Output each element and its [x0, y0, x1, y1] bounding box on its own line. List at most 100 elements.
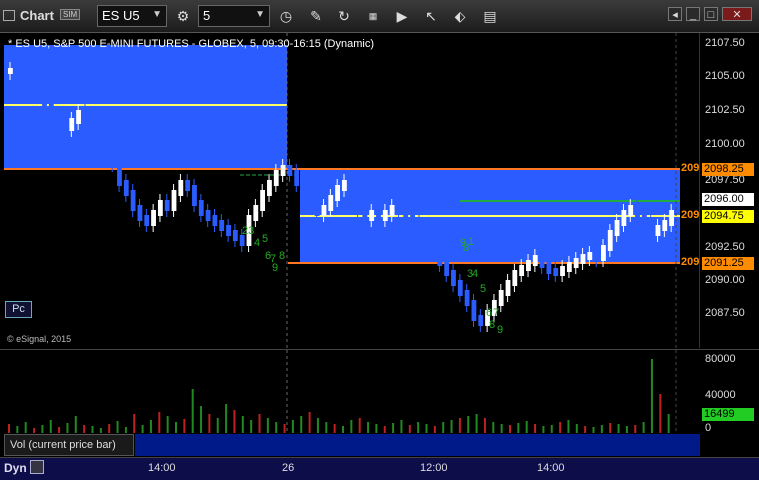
price-tick: 2092.50 [705, 241, 745, 253]
table-icon[interactable]: ▤ [479, 5, 501, 27]
candle-body [662, 220, 668, 231]
refresh-icon[interactable]: ↻ [333, 5, 355, 27]
volume-bar [333, 424, 336, 433]
candle-body [635, 205, 640, 218]
candle-body [301, 180, 306, 196]
volume-bar [275, 422, 278, 433]
volume-bar [233, 410, 236, 433]
cursor-icon[interactable]: ↖ [420, 5, 442, 27]
price-tick: 2100.00 [705, 138, 745, 150]
candle-body [614, 220, 620, 236]
candle-body [376, 210, 381, 221]
toolbar: Chart SIM ES U5 ▼ ⚙ 5 ▼ ◷ ✎ ↻ ▦ ▶ ↖ ⬖ ▤ … [0, 0, 759, 33]
price-axis[interactable]: 2107.50 2105.00 2102.50 2100.00 2097.50 … [700, 33, 759, 348]
maximize-icon[interactable]: □ [704, 7, 718, 21]
volume-bar [600, 425, 603, 433]
symbol-value: ES U5 [102, 8, 140, 23]
candle-body [280, 165, 286, 176]
minimize-icon[interactable]: _ [686, 7, 700, 21]
candle-body [594, 252, 600, 261]
candle-body [437, 245, 443, 266]
count-label: 8 [279, 250, 285, 262]
play-icon[interactable]: ▶ [391, 5, 413, 27]
price-tag-zone-bottom: 2091.25 [702, 257, 754, 270]
candle-body [607, 230, 613, 251]
candle-body [267, 180, 272, 196]
volume-bar [467, 416, 470, 433]
candle-body [580, 254, 586, 264]
link-icon[interactable]: ⬖ [449, 5, 471, 27]
dynamic-mode-label[interactable]: Dyn [4, 461, 27, 475]
interval-input[interactable]: 5 ▼ [198, 5, 270, 27]
price-chart-canvas[interactable]: 234 567 8983456 78 99 1 [0, 33, 700, 348]
volume-pane[interactable] [0, 349, 700, 433]
volume-bar [149, 420, 152, 433]
volume-bar [534, 424, 537, 433]
volume-bar [575, 424, 578, 433]
volume-bar [41, 425, 44, 433]
volume-tick: 40000 [705, 389, 736, 401]
volume-bar [458, 418, 461, 433]
count-label: 8 [489, 319, 495, 331]
candle-body [110, 140, 116, 166]
volume-bar [258, 414, 261, 433]
candle-body [21, 72, 27, 86]
gear-icon[interactable]: ⚙ [172, 5, 194, 27]
volume-bar [266, 418, 269, 433]
candle-body [403, 208, 409, 221]
candle-body [14, 68, 20, 78]
clock-icon[interactable]: ◷ [275, 5, 297, 27]
volume-bar [342, 426, 344, 433]
volume-bar [250, 420, 253, 433]
tick-icon[interactable]: ▦ [362, 5, 384, 27]
candle-body [648, 220, 654, 236]
volume-bar [16, 426, 19, 433]
volume-bar [634, 425, 637, 433]
symbol-input[interactable]: ES U5 ▼ [97, 5, 167, 27]
volume-bar [141, 425, 144, 433]
candle-body [76, 110, 81, 124]
count-label: 4 [472, 268, 478, 280]
cut-price-label: 209 [681, 209, 700, 221]
candle-body [260, 190, 266, 211]
volume-bar [659, 394, 662, 433]
chevron-down-icon[interactable]: ▼ [255, 9, 265, 20]
candle-body [416, 220, 422, 231]
time-axis[interactable]: Dyn 14:00 26 12:00 14:00 [0, 457, 759, 480]
candle-body [232, 230, 238, 241]
close-icon[interactable]: ✕ [722, 7, 752, 21]
candle-body [151, 210, 156, 226]
time-label: 14:00 [148, 462, 176, 474]
volume-bar [650, 359, 653, 433]
candle-body [601, 245, 606, 261]
candle-body [48, 100, 54, 121]
volume-bar [158, 412, 161, 433]
candle-body [382, 210, 388, 221]
price-chart[interactable]: 23 4 5 6 7 8 9 8 3 4 5 6 7 8 9 9 1 * ES U5, S&P 500 E-MI… [0, 33, 700, 348]
candle-body [369, 210, 375, 221]
pc-button[interactable]: Pc [5, 301, 32, 318]
candle-body [587, 252, 593, 260]
lock-icon[interactable] [30, 460, 44, 474]
volume-bar [592, 427, 595, 433]
menu-icon[interactable]: ◂ [668, 7, 682, 21]
candle-body [226, 225, 231, 236]
candle-body [42, 90, 47, 106]
volume-bar [517, 423, 520, 433]
candle-body [164, 200, 170, 211]
volume-bar [367, 422, 370, 433]
zone-left [4, 45, 287, 169]
volume-bar [175, 422, 177, 433]
pencil-icon[interactable]: ✎ [305, 5, 327, 27]
volume-bar [375, 424, 378, 433]
candle-body [307, 190, 313, 206]
volume-bar [559, 422, 562, 433]
volume-bar [442, 422, 445, 433]
chevron-down-icon[interactable]: ▼ [152, 9, 162, 20]
candle-body [498, 290, 504, 306]
volume-bar [408, 425, 411, 433]
volume-study-label[interactable]: Vol (current price bar) [4, 434, 134, 456]
count-label: 7 [493, 307, 499, 319]
candle-body [198, 200, 204, 216]
candle-body [444, 260, 450, 276]
